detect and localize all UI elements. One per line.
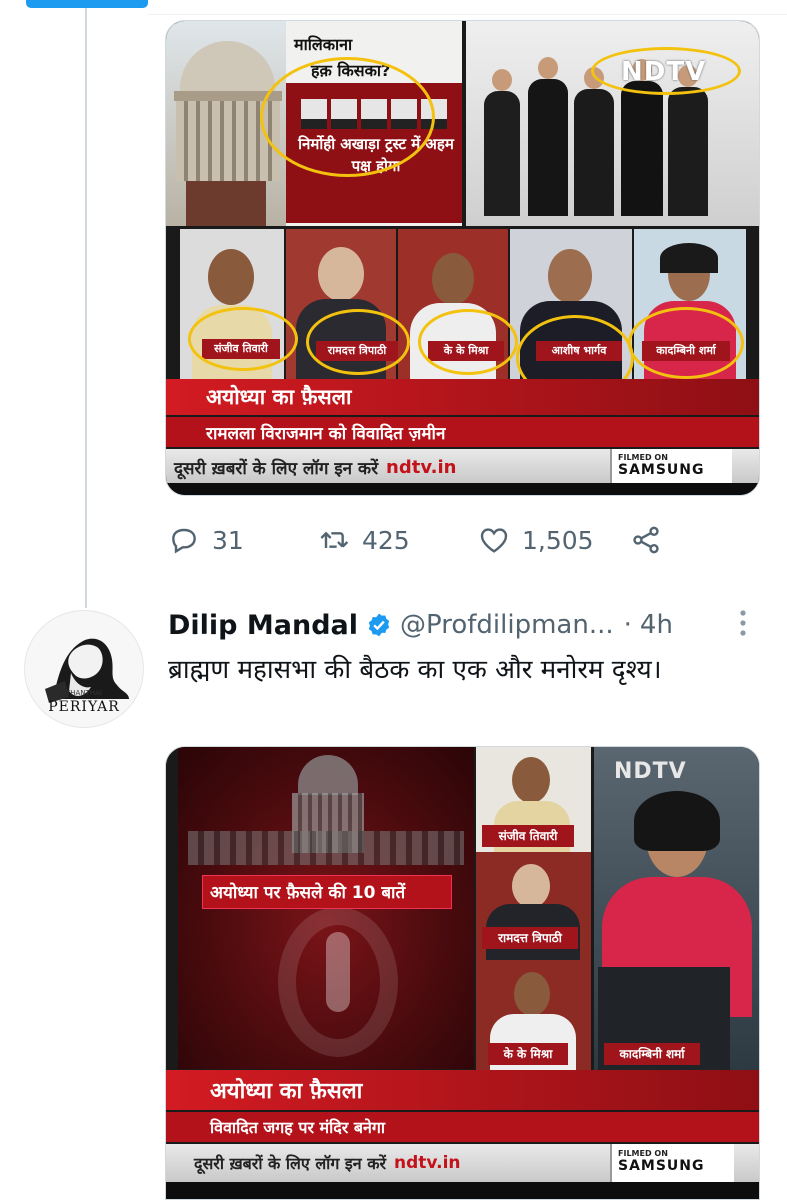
show-title: अयोध्या का फ़ैसला <box>206 385 352 409</box>
yellow-annotation-circle <box>628 307 744 379</box>
retweet-icon <box>320 531 349 548</box>
tweet-header: Dilip Mandal @Profdilipman... · 4h <box>168 603 768 647</box>
ticker-text: दूसरी ख़बरों के लिए लॉग इन करें <box>194 1154 387 1173</box>
author-handle[interactable]: @Profdilipman... <box>400 610 614 640</box>
subtitle: विवादित जगह पर मंदिर बनेगा <box>210 1118 386 1137</box>
retweet-count: 425 <box>362 525 410 555</box>
reply-icon <box>172 528 196 554</box>
avatar[interactable]: THANTHAI PERIYAR <box>24 610 144 728</box>
panelist-name-1: संजीव तिवारी <box>482 825 574 847</box>
avatar-small-text: THANTHAI <box>66 689 102 697</box>
anchor-name: कादम्बिनी शर्मा <box>604 1043 700 1065</box>
sponsor-logo: SAMSUNG <box>618 1158 705 1174</box>
tweet-timestamp[interactable]: 4h <box>640 610 673 640</box>
retweet-button[interactable]: 425 <box>318 520 410 560</box>
yellow-annotation-circle <box>188 307 298 371</box>
avatar-caption: PERIYAR <box>48 699 120 715</box>
ticker-text: दूसरी ख़बरों के लिए लॉग इन करें <box>174 458 379 479</box>
tweet-media-image-2[interactable]: अयोध्या पर फ़ैसले की 10 बातें संजीव तिवा… <box>165 746 760 1200</box>
yellow-annotation-circle <box>418 309 518 375</box>
tweet-action-bar: 31 425 1,505 <box>168 520 678 560</box>
share-icon <box>633 526 659 554</box>
reply-button[interactable]: 31 <box>168 520 244 560</box>
reply-count: 31 <box>212 525 244 555</box>
judges-photo <box>466 21 759 226</box>
anchor-tile <box>594 747 759 1070</box>
like-icon <box>480 528 508 553</box>
question-line-1: मालिकाना <box>294 35 353 54</box>
author-name[interactable]: Dilip Mandal <box>168 610 358 641</box>
headline: अयोध्या पर फ़ैसले की 10 बातें <box>210 883 406 903</box>
panelist-name-3: के के मिश्रा <box>488 1043 568 1065</box>
verified-badge-icon <box>368 613 390 637</box>
ndtv-logo: NDTV <box>614 759 687 784</box>
thread-connector-line <box>85 8 87 608</box>
scroll-indicator <box>26 0 148 8</box>
like-button[interactable]: 1,505 <box>478 520 594 560</box>
panelist-name-2: रामदत्त त्रिपाठी <box>482 927 578 949</box>
yellow-annotation-circle <box>306 309 410 375</box>
sponsor-logo: SAMSUNG <box>618 462 705 478</box>
filmed-on-label: FILMED ON <box>618 453 668 462</box>
yellow-annotation-circle <box>260 57 435 177</box>
share-button[interactable] <box>630 520 662 560</box>
divider <box>148 14 787 15</box>
ticker-url: ndtv.in <box>394 1153 461 1173</box>
tweet-media-image-1[interactable]: मालिकाना हक़ किसका? निर्मोही अखाड़ा ट्रस… <box>165 20 760 496</box>
show-title: अयोध्या का फ़ैसला <box>210 1079 363 1104</box>
ticker-url: ndtv.in <box>386 456 457 478</box>
like-count: 1,505 <box>522 525 594 555</box>
subtitle: रामलला विराजमान को विवादित ज़मीन <box>206 424 446 444</box>
yellow-annotation-circle <box>591 47 741 95</box>
filmed-on-label: FILMED ON <box>618 1149 668 1158</box>
separator: · <box>623 610 632 640</box>
tweet-text: ब्राह्मण महासभा की बैठक का एक और मनोरम द… <box>168 655 662 685</box>
more-options-icon[interactable] <box>736 608 750 638</box>
